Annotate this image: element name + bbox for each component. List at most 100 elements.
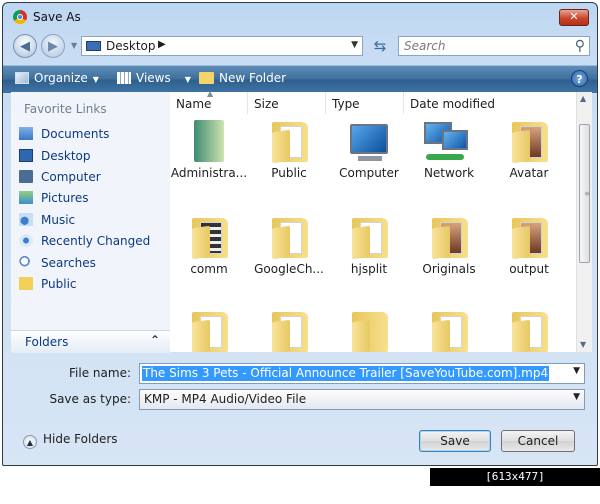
views-chevron-icon: ▼ [184, 75, 191, 84]
folder-icon [352, 218, 388, 260]
file-item[interactable]: output [492, 212, 566, 282]
sort-arrow-icon: ▲ [207, 89, 214, 98]
folders-label: Folders [25, 335, 69, 349]
file-item-label: output [509, 262, 549, 276]
photo-folder-icon [512, 218, 548, 260]
breadcrumb-arrow-icon[interactable]: ▶ [158, 39, 166, 50]
file-name-input[interactable]: The Sims 3 Pets - Official Announce Trai… [139, 363, 585, 384]
search-placeholder: Search [404, 39, 446, 53]
save-button[interactable]: Save [419, 430, 491, 452]
sidebar-item-desktop[interactable]: Desktop [19, 149, 91, 167]
column-label: Date modified [410, 97, 496, 111]
cancel-button[interactable]: Cancel [501, 430, 575, 452]
column-header-size[interactable]: Size [248, 92, 326, 114]
file-item[interactable]: hjsplit [332, 212, 406, 282]
sidebar-item-recently-changed[interactable]: Recently Changed [19, 234, 150, 252]
title-bar[interactable]: Save As ✕ [3, 3, 597, 31]
file-item-label: GoogleCh... [254, 262, 324, 276]
search-input[interactable]: Search ⚲ [398, 36, 590, 56]
chevron-down-icon[interactable]: ▼ [573, 366, 580, 376]
save-as-type-label: Save as type: [49, 392, 131, 406]
help-icon[interactable]: ? [571, 70, 588, 87]
back-icon[interactable]: ◀ [13, 34, 37, 58]
scroll-down-icon[interactable]: ▼ [580, 340, 586, 349]
folder-icon [432, 312, 468, 352]
views-icon [117, 72, 131, 84]
sidebar-item-documents[interactable]: Documents [19, 127, 109, 145]
sidebar-item-label: Pictures [41, 191, 89, 205]
column-header-type[interactable]: Type [326, 92, 404, 114]
folder-icon [352, 312, 388, 352]
desktop-icon [19, 149, 33, 162]
file-item[interactable]: GoogleCh... [252, 212, 326, 282]
file-name-label: File name: [69, 366, 131, 380]
sidebar-item-label: Computer [41, 170, 101, 184]
file-name-value[interactable]: The Sims 3 Pets - Official Announce Trai… [142, 366, 550, 381]
column-label: Name [176, 97, 212, 111]
sidebar-item-music[interactable]: Music [19, 213, 75, 231]
organize-button[interactable]: Organize ▼ [15, 71, 99, 85]
sidebar-item-pictures[interactable]: Pictures [19, 191, 89, 209]
file-item[interactable] [172, 306, 246, 352]
command-bar: Organize ▼ Views ▼ New Folder ? [3, 65, 597, 93]
scrollbar-thumb[interactable]: ≡ [579, 124, 591, 263]
file-item[interactable]: Avatar [492, 116, 566, 186]
user-folder-icon [194, 120, 224, 162]
folder-icon [192, 218, 228, 260]
column-header-date-modified[interactable]: Date modified [404, 92, 576, 114]
close-button[interactable]: ✕ [559, 9, 589, 26]
chrome-icon [13, 10, 27, 24]
save-as-dialog: Save As ✕ ◀ ▶ ▼ Desktop ▶ ▼ ⇆ Search ⚲ O… [2, 2, 598, 466]
file-list-pane: ▲ Name Size Type Date modified Administra… [170, 89, 592, 352]
grip-icon: ≡ [584, 189, 591, 198]
address-location[interactable]: Desktop [106, 39, 156, 53]
file-item[interactable]: comm [172, 212, 246, 282]
forward-icon[interactable]: ▶ [41, 34, 65, 58]
folders-toggle[interactable]: Folders ⌃ [11, 330, 170, 353]
file-item[interactable] [332, 306, 406, 352]
watermark: [613x477] https://upic.me/ [430, 468, 600, 501]
sidebar-item-computer[interactable]: Computer [19, 170, 101, 188]
window-title: Save As [33, 10, 81, 24]
file-item[interactable]: Administra... [171, 116, 247, 186]
column-label: Size [254, 97, 279, 111]
search-icon[interactable]: ⚲ [575, 38, 585, 54]
file-item[interactable]: Computer [332, 116, 406, 186]
sidebar-item-searches[interactable]: Searches [19, 256, 96, 274]
new-folder-icon [199, 72, 214, 84]
folder-icon [272, 122, 308, 164]
sidebar-item-label: Music [41, 213, 76, 227]
organize-chevron-icon: ▼ [92, 75, 99, 84]
chevron-up-icon[interactable]: ⌃ [150, 333, 160, 347]
file-item[interactable] [492, 306, 566, 352]
file-item[interactable] [252, 306, 326, 352]
address-bar[interactable]: Desktop ▶ ▼ [81, 36, 363, 56]
column-header-name[interactable]: ▲ Name [170, 89, 248, 114]
save-as-type-select[interactable]: KMP - MP4 Audio/Video File ▼ [139, 389, 585, 410]
chevron-down-icon[interactable]: ▼ [573, 392, 580, 402]
documents-icon [19, 127, 33, 140]
refresh-icon[interactable]: ⇆ [369, 36, 391, 56]
searches-icon [19, 256, 33, 269]
file-item[interactable]: Public [252, 116, 326, 186]
file-item[interactable]: Network [412, 116, 486, 186]
views-button[interactable]: Views ▼ [117, 71, 191, 85]
recent-pages-chevron-icon[interactable]: ▼ [71, 41, 77, 50]
address-dropdown-icon[interactable]: ▼ [351, 40, 358, 50]
save-as-type-value: KMP - MP4 Audio/Video File [144, 392, 307, 406]
file-item[interactable]: Originals [412, 212, 486, 282]
file-item[interactable] [412, 306, 486, 352]
new-folder-button[interactable]: New Folder [199, 71, 286, 85]
address-row: ◀ ▶ ▼ Desktop ▶ ▼ ⇆ Search ⚲ [3, 33, 597, 59]
computer-icon [350, 124, 388, 154]
hide-folders-button[interactable]: ▲ Hide Folders [23, 432, 118, 449]
file-item-label: comm [190, 262, 228, 276]
file-item-label: Computer [339, 166, 399, 180]
file-item-label: Avatar [509, 166, 549, 180]
sidebar-item-public[interactable]: Public [19, 277, 77, 295]
organize-label: Organize [34, 71, 88, 85]
photo-folder-icon [432, 218, 468, 260]
views-label: Views [136, 71, 171, 85]
scroll-up-icon[interactable]: ▲ [580, 94, 586, 103]
vertical-scrollbar[interactable]: ▲ ≡ ▼ [576, 92, 592, 352]
